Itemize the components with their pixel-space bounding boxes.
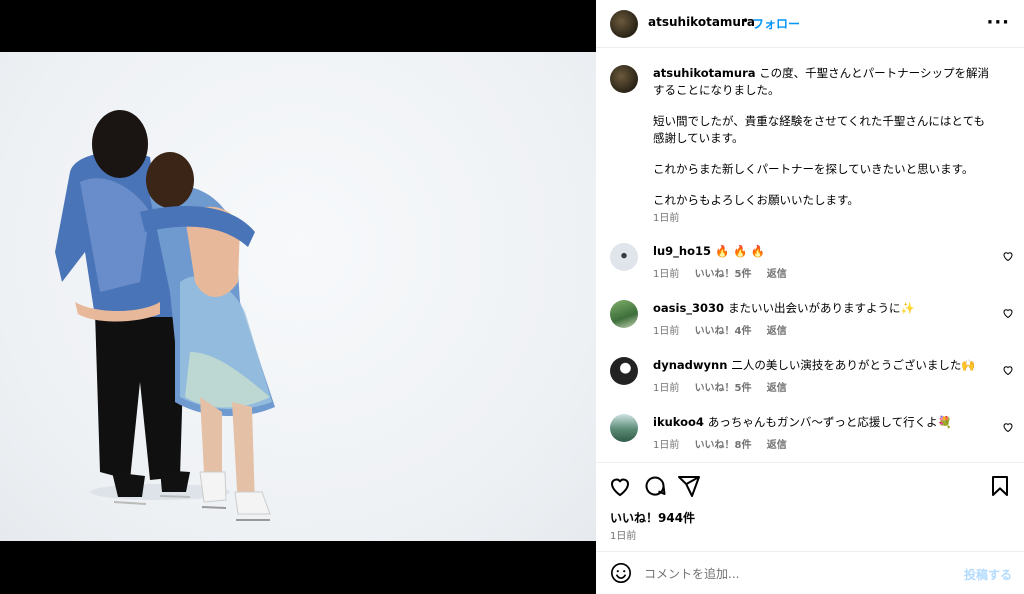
reply-button[interactable]: 返信 xyxy=(767,326,787,337)
comment-input[interactable] xyxy=(644,564,944,584)
post-media xyxy=(0,0,596,594)
comment-text: dynadwynn 二人の美しい演技をありがとうございました🙌 xyxy=(653,357,976,373)
comment-item: lu9_ho15 🔥 🔥 🔥 1日前 いいね！5件 返信 xyxy=(596,239,1024,291)
comment-like-heart-icon[interactable] xyxy=(1002,250,1014,262)
author-avatar[interactable] xyxy=(610,10,638,38)
reply-button[interactable]: 返信 xyxy=(767,440,787,451)
comment-body: あっちゃんもガンバ〜ずっと応援して行くよ💐 xyxy=(707,415,952,429)
like-count[interactable]: いいね！944件 xyxy=(610,509,695,526)
post-actions: いいね！944件 1日前 投稿する xyxy=(596,462,1024,594)
reply-button[interactable]: 返信 xyxy=(767,383,787,394)
post-side-panel: atsuhikotamura • フォロー ··· atsuhikotamura… xyxy=(596,0,1024,594)
skaters-image xyxy=(55,110,275,521)
author-username[interactable]: atsuhikotamura xyxy=(648,15,755,29)
post-timestamp[interactable]: 1日前 xyxy=(610,527,636,542)
commenter-avatar[interactable] xyxy=(610,300,638,328)
comment-body: 🔥 🔥 🔥 xyxy=(714,244,766,258)
caption-paragraph-2: 短い間でしたが、貴重な経験をさせてくれた千聖さんにはとても感謝しています。 xyxy=(653,114,986,145)
comment-meta: 1日前 いいね！4件 返信 xyxy=(653,322,799,337)
caption-timestamp[interactable]: 1日前 xyxy=(653,209,679,224)
comments-scroll-area[interactable]: atsuhikotamura この度、千聖さんとパートナーシップを解消することに… xyxy=(596,49,1024,461)
comment-like-heart-icon[interactable] xyxy=(1002,307,1014,319)
comment-text: ikukoo4 あっちゃんもガンバ〜ずっと応援して行くよ💐 xyxy=(653,414,952,430)
comment-timestamp[interactable]: 1日前 xyxy=(653,383,679,394)
comment-timestamp[interactable]: 1日前 xyxy=(653,440,679,451)
caption-username[interactable]: atsuhikotamura xyxy=(653,66,756,80)
post-comment-button[interactable]: 投稿する xyxy=(964,566,1012,583)
comment-item: ikukoo4 あっちゃんもガンバ〜ずっと応援して行くよ💐 1日前 いいね！8件 … xyxy=(596,410,1024,461)
comment-timestamp[interactable]: 1日前 xyxy=(653,269,679,280)
reply-button[interactable]: 返信 xyxy=(767,269,787,280)
emoji-icon[interactable] xyxy=(610,562,632,584)
caption-text: atsuhikotamura この度、千聖さんとパートナーシップを解消することに… xyxy=(653,65,993,209)
follow-button[interactable]: フォロー xyxy=(752,15,800,32)
comment-body: 二人の美しい演技をありがとうございました🙌 xyxy=(731,358,976,372)
comment-like-heart-icon[interactable] xyxy=(1002,364,1014,376)
caption-paragraph-4: これからもよろしくお願いいたします。 xyxy=(653,193,859,207)
more-options-icon[interactable]: ··· xyxy=(986,12,1010,33)
comment-like-heart-icon[interactable] xyxy=(1002,421,1014,433)
commenter-username[interactable]: lu9_ho15 xyxy=(653,244,711,258)
comment-meta: 1日前 いいね！5件 返信 xyxy=(653,379,799,394)
comment-meta: 1日前 いいね！5件 返信 xyxy=(653,265,799,280)
commenter-avatar[interactable] xyxy=(610,243,638,271)
comment-item: oasis_3030 またいい出会いがありますように✨ 1日前 いいね！4件 返信 xyxy=(596,296,1024,348)
comment-like-count[interactable]: いいね！4件 xyxy=(695,326,752,337)
comment-like-count[interactable]: いいね！5件 xyxy=(695,269,752,280)
bookmark-icon[interactable] xyxy=(988,474,1012,498)
commenter-avatar[interactable] xyxy=(610,414,638,442)
heart-icon[interactable] xyxy=(608,474,632,498)
comment-meta: 1日前 いいね！8件 返信 xyxy=(653,436,799,451)
comment-text: lu9_ho15 🔥 🔥 🔥 xyxy=(653,243,765,259)
add-comment-bar: 投稿する xyxy=(596,551,1024,594)
separator-dot: • xyxy=(742,14,750,28)
commenter-avatar[interactable] xyxy=(610,357,638,385)
comment-like-count[interactable]: いいね！5件 xyxy=(695,383,752,394)
commenter-username[interactable]: ikukoo4 xyxy=(653,415,704,429)
instagram-post-modal: atsuhikotamura • フォロー ··· atsuhikotamura… xyxy=(0,0,1024,594)
comment-item: dynadwynn 二人の美しい演技をありがとうございました🙌 1日前 いいね！5… xyxy=(596,353,1024,405)
comment-text: oasis_3030 またいい出会いがありますように✨ xyxy=(653,300,915,316)
post-photo xyxy=(0,52,596,541)
comment-icon[interactable] xyxy=(643,474,667,498)
comment-timestamp[interactable]: 1日前 xyxy=(653,326,679,337)
comment-like-count[interactable]: いいね！8件 xyxy=(695,440,752,451)
commenter-username[interactable]: oasis_3030 xyxy=(653,301,724,315)
caption-author-avatar[interactable] xyxy=(610,65,638,93)
post-header: atsuhikotamura • フォロー ··· xyxy=(596,0,1024,48)
comment-body: またいい出会いがありますように✨ xyxy=(728,301,915,315)
caption-paragraph-3: これからまた新しくパートナーを探していきたいと思います。 xyxy=(653,162,974,176)
commenter-username[interactable]: dynadwynn xyxy=(653,358,727,372)
share-icon[interactable] xyxy=(677,474,701,498)
